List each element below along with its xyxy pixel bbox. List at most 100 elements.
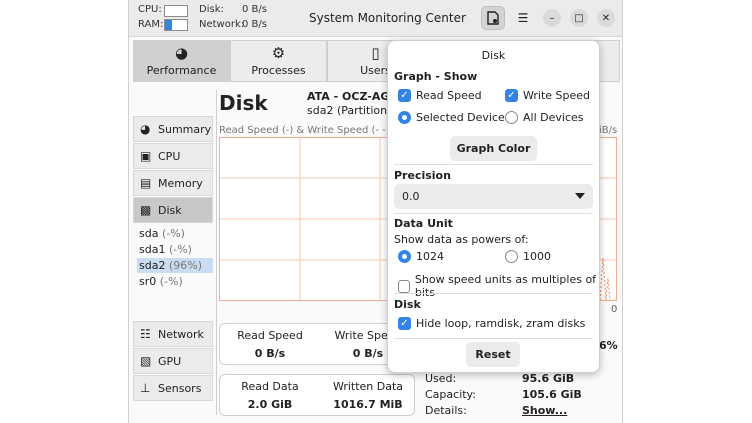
all-devices-option-label: All Devices	[523, 111, 584, 124]
gpu-icon: ▧	[140, 354, 152, 368]
bits-checkbox[interactable]: Show speed units as multiples of bits	[398, 273, 599, 299]
ram-mini-bar	[164, 19, 188, 31]
app-title: System Monitoring Center	[309, 11, 466, 25]
sidebar-item-memory[interactable]: ▤ Memory	[133, 170, 213, 196]
thermometer-icon: ⊥	[140, 381, 151, 395]
speedometer-icon: ◕	[174, 44, 189, 62]
graph-unit: iB/s	[599, 125, 618, 136]
device-item-sda[interactable]: sda (-%)	[137, 226, 185, 241]
precision-dropdown[interactable]: 0.0	[394, 184, 593, 209]
power-1024-option-label: 1024	[416, 250, 444, 263]
device-usage: (96%)	[168, 259, 202, 272]
bits-option-label: Show speed units as multiples of bits	[414, 273, 597, 299]
read-speed-checkbox[interactable]: ✓ Read Speed	[398, 89, 482, 102]
used-value: 95.6 GiB	[522, 372, 575, 385]
graph-color-button[interactable]: Graph Color	[450, 136, 537, 161]
separator	[394, 164, 593, 165]
usage-percent-value: 6%	[599, 339, 618, 352]
cpu-mini-bar	[164, 5, 188, 17]
capacity-value: 105.6 GiB	[522, 388, 582, 401]
sidebar-item-label: CPU	[158, 149, 181, 163]
used-label: Used:	[425, 372, 457, 385]
network-mini-value: 0 B/s	[242, 19, 267, 30]
device-usage: (-%)	[159, 275, 183, 288]
checkbox-checked-icon: ✓	[398, 317, 411, 330]
maximize-button[interactable]: □	[570, 9, 588, 27]
speed-card: Read Speed 0 B/s Write Speed 0 B/s	[219, 323, 415, 365]
device-name: sda	[139, 227, 159, 240]
hamburger-menu-icon: ☰	[517, 11, 529, 25]
tab-processes[interactable]: ⚙ Processes	[230, 40, 327, 82]
network-mini-label: Network:	[199, 19, 245, 30]
disk-partition: sda2 (Partition)	[307, 104, 392, 117]
precision-selected-value: 0.0	[402, 190, 420, 203]
radio-unselected-icon	[505, 250, 518, 263]
disk-mini-value: 0 B/s	[242, 4, 267, 15]
popover-title: Disk	[481, 49, 506, 62]
selected-device-option-label: Selected Device	[416, 111, 505, 124]
details-label: Details:	[425, 404, 467, 417]
disk-mini-label: Disk:	[199, 4, 224, 15]
separator	[394, 293, 593, 294]
checkbox-checked-icon: ✓	[505, 89, 518, 102]
globe-icon: ☷	[140, 327, 151, 341]
sidebar-item-label: Network	[158, 327, 204, 341]
disk-section-heading: Disk	[394, 298, 421, 311]
document-settings-icon	[487, 11, 499, 25]
sidebar-item-label: Summary	[158, 122, 212, 136]
written-data-value: 1016.7 MiB	[333, 398, 403, 411]
minimize-button[interactable]: –	[543, 9, 561, 27]
close-button[interactable]: ✕	[597, 9, 615, 27]
minimize-icon: –	[549, 12, 555, 24]
gear-icon: ⚙	[271, 44, 286, 62]
device-item-sda1[interactable]: sda1 (-%)	[137, 242, 192, 257]
precision-heading: Precision	[394, 169, 451, 182]
reset-button[interactable]: Reset	[466, 342, 520, 367]
sidebar-item-label: Memory	[158, 176, 203, 190]
device-item-sda2[interactable]: sda2 (96%)	[137, 258, 213, 273]
read-speed-option-label: Read Speed	[416, 89, 482, 102]
sidebar-item-network[interactable]: ☷ Network	[133, 321, 213, 347]
checkbox-checked-icon: ✓	[398, 89, 411, 102]
sidebar-item-summary[interactable]: ◕ Summary	[133, 116, 213, 142]
device-usage: (-%)	[161, 227, 185, 240]
chip-icon: ▣	[140, 149, 152, 163]
sidebar-item-label: GPU	[158, 354, 182, 368]
graph-show-heading: Graph - Show	[394, 70, 478, 83]
sidebar-item-cpu[interactable]: ▣ CPU	[133, 143, 213, 169]
all-devices-radio[interactable]: All Devices	[505, 111, 583, 124]
write-speed-checkbox[interactable]: ✓ Write Speed	[505, 89, 590, 102]
cpu-mini-label: CPU:	[138, 4, 162, 15]
tab-options-button[interactable]	[481, 6, 505, 30]
details-show-link[interactable]: Show...	[522, 404, 567, 417]
tab-performance[interactable]: ◕ Performance	[133, 40, 230, 82]
sidebar-item-label: Sensors	[158, 381, 202, 395]
selected-device-radio[interactable]: Selected Device	[398, 111, 505, 124]
dropdown-arrow-icon	[575, 193, 585, 199]
device-name: sr0	[139, 275, 157, 288]
maximize-icon: □	[574, 12, 584, 24]
sidebar-item-gpu[interactable]: ▧ GPU	[133, 348, 213, 374]
separator	[394, 338, 593, 339]
power-1024-radio[interactable]: 1024	[398, 250, 444, 263]
powers-label: Show data as powers of:	[394, 233, 529, 246]
radio-unselected-icon	[505, 111, 518, 124]
device-item-sr0[interactable]: sr0 (-%)	[137, 274, 183, 289]
data-unit-heading: Data Unit	[394, 217, 453, 230]
title-bar: CPU: RAM: Disk: 0 B/s Network: 0 B/s Sys…	[129, 0, 622, 37]
write-speed-line	[599, 257, 611, 301]
main-menu-button[interactable]: ☰	[511, 6, 535, 30]
sidebar-item-sensors[interactable]: ⊥ Sensors	[133, 375, 213, 401]
sidebar-item-label: Disk	[158, 203, 182, 217]
power-1000-radio[interactable]: 1000	[505, 250, 551, 263]
sidebar-divider	[216, 90, 217, 415]
page-title: Disk	[219, 91, 268, 115]
hide-loop-checkbox[interactable]: ✓ Hide loop, ramdisk, zram disks	[398, 317, 585, 330]
mouse-icon: ▯	[371, 44, 380, 62]
sidebar-item-disk[interactable]: ▩ Disk	[133, 197, 213, 223]
close-icon: ✕	[601, 12, 611, 24]
radio-selected-icon	[398, 250, 411, 263]
device-name: sda2	[139, 259, 166, 272]
graph-label: Read Speed (-) & Write Speed (- -)	[219, 125, 390, 136]
ram-mini-label: RAM:	[138, 19, 164, 30]
